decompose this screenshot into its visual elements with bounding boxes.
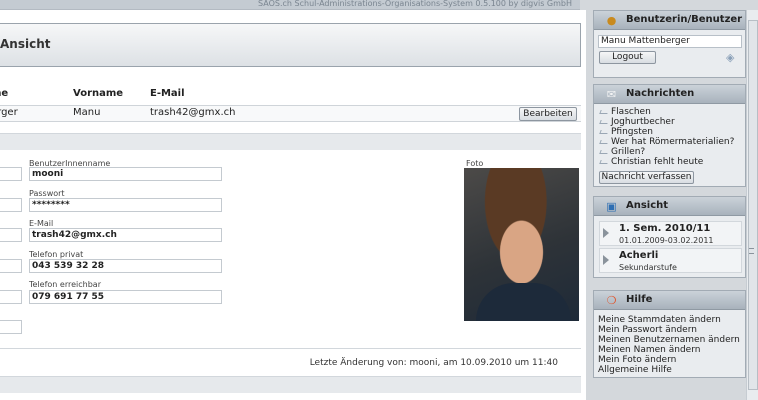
user-panel-header: ● Benutzerin/Benutzer bbox=[594, 11, 745, 30]
email-field[interactable]: trash42@gmx.ch bbox=[29, 228, 222, 242]
column-header-name: me bbox=[0, 88, 9, 99]
help-link[interactable]: Mein Foto ändern bbox=[598, 355, 676, 365]
arrow-right-icon bbox=[603, 228, 609, 238]
message-item[interactable]: Pfingsten bbox=[598, 127, 653, 137]
last-change-text: Letzte Änderung von: mooni, am 10.09.201… bbox=[309, 358, 558, 368]
compose-message-button[interactable]: Nachricht verfassen bbox=[599, 171, 694, 184]
password-label: Passwort bbox=[29, 189, 65, 198]
edit-button[interactable]: Bearbeiten bbox=[519, 107, 577, 121]
message-item[interactable]: Wer hat Römermaterialien? bbox=[598, 137, 734, 147]
page-title: Ansicht bbox=[0, 37, 51, 51]
help-link[interactable]: Meinen Namen ändern bbox=[598, 345, 700, 355]
message-item[interactable]: Flaschen bbox=[598, 107, 651, 117]
help-panel-title: Hilfe bbox=[626, 294, 653, 305]
arrow-right-icon bbox=[603, 255, 609, 265]
view-header-panel: Ansicht bbox=[0, 23, 581, 67]
photo-label: Foto bbox=[466, 159, 484, 168]
view-panel-header: ▣ Ansicht bbox=[594, 197, 745, 216]
semester-range: 01.01.2009-03.02.2011 bbox=[619, 236, 714, 245]
left-field-stub[interactable] bbox=[0, 198, 22, 212]
key-icon[interactable]: ◈ bbox=[726, 51, 734, 64]
help-link[interactable]: Meine Stammdaten ändern bbox=[598, 315, 721, 325]
system-title: SAOS.ch Schul-Administrations-Organisati… bbox=[258, 0, 572, 8]
phone-private-field[interactable]: 043 539 32 28 bbox=[29, 259, 222, 273]
help-panel-header: ❍ Hilfe bbox=[594, 291, 745, 310]
divider bbox=[0, 348, 581, 349]
section-divider-bottom bbox=[0, 376, 581, 393]
cell-vorname: Manu bbox=[73, 107, 101, 118]
left-field-stub[interactable] bbox=[0, 167, 22, 181]
profile-photo bbox=[464, 168, 579, 321]
monitor-icon: ▣ bbox=[606, 200, 617, 213]
message-item[interactable]: Christian fehlt heute bbox=[598, 157, 703, 167]
system-title-bar: SAOS.ch Schul-Administrations-Organisati… bbox=[0, 0, 580, 10]
user-icon: ● bbox=[606, 14, 617, 27]
photo-shirt bbox=[476, 283, 571, 321]
envelope-icon: ✉ bbox=[606, 88, 617, 101]
section-divider-top bbox=[0, 133, 581, 150]
lifebuoy-icon: ❍ bbox=[606, 294, 617, 307]
user-panel-title: Benutzerin/Benutzer bbox=[626, 14, 743, 25]
left-field-stub[interactable] bbox=[0, 228, 22, 242]
messages-panel-header: ✉ Nachrichten bbox=[594, 85, 745, 104]
phone-reachable-field[interactable]: 079 691 77 55 bbox=[29, 290, 222, 304]
logout-button[interactable]: Logout bbox=[599, 51, 656, 64]
school-level: Sekundarstufe bbox=[619, 263, 677, 272]
help-link[interactable]: Mein Passwort ändern bbox=[598, 325, 697, 335]
school-selector[interactable]: Acherli Sekundarstufe bbox=[599, 248, 742, 273]
scrollbar-grip bbox=[749, 248, 754, 254]
cell-name: erger bbox=[0, 107, 18, 118]
message-item[interactable]: Grillen? bbox=[598, 147, 645, 157]
help-panel: ❍ Hilfe Meine Stammdaten ändern Mein Pas… bbox=[593, 290, 746, 378]
semester-label: 1. Sem. 2010/11 bbox=[619, 223, 711, 234]
column-header-vorname: Vorname bbox=[73, 88, 124, 99]
left-field-stub[interactable] bbox=[0, 259, 22, 273]
password-field[interactable]: ******** bbox=[29, 198, 222, 212]
vertical-scrollbar[interactable] bbox=[746, 10, 758, 400]
phone-private-label: Telefon privat bbox=[29, 250, 84, 259]
school-name: Acherli bbox=[619, 250, 659, 261]
column-header-email: E-Mail bbox=[150, 88, 185, 99]
left-field-stub[interactable] bbox=[0, 290, 22, 304]
view-panel-title: Ansicht bbox=[626, 200, 669, 211]
messages-panel-title: Nachrichten bbox=[626, 88, 695, 99]
scrollbar-thumb[interactable] bbox=[748, 20, 758, 390]
help-link[interactable]: Allgemeine Hilfe bbox=[598, 365, 672, 375]
semester-selector[interactable]: 1. Sem. 2010/11 01.01.2009-03.02.2011 bbox=[599, 221, 742, 246]
email-label: E-Mail bbox=[29, 219, 54, 228]
help-link[interactable]: Meinen Benutzernamen ändern bbox=[598, 335, 740, 345]
message-item[interactable]: Joghurtbecher bbox=[598, 117, 675, 127]
phone-reachable-label: Telefon erreichbar bbox=[29, 280, 101, 289]
username-field[interactable]: mooni bbox=[29, 167, 222, 181]
messages-panel: ✉ Nachrichten Flaschen Joghurtbecher Pfi… bbox=[593, 84, 746, 187]
left-field-stub[interactable] bbox=[0, 320, 22, 334]
main-content: Ansicht me Vorname E-Mail erger Manu tra… bbox=[0, 10, 586, 400]
user-name-field: Manu Mattenberger bbox=[598, 35, 742, 48]
user-panel: ● Benutzerin/Benutzer Manu Mattenberger … bbox=[593, 10, 746, 78]
view-panel: ▣ Ansicht 1. Sem. 2010/11 01.01.2009-03.… bbox=[593, 196, 746, 278]
cell-email: trash42@gmx.ch bbox=[150, 107, 236, 118]
